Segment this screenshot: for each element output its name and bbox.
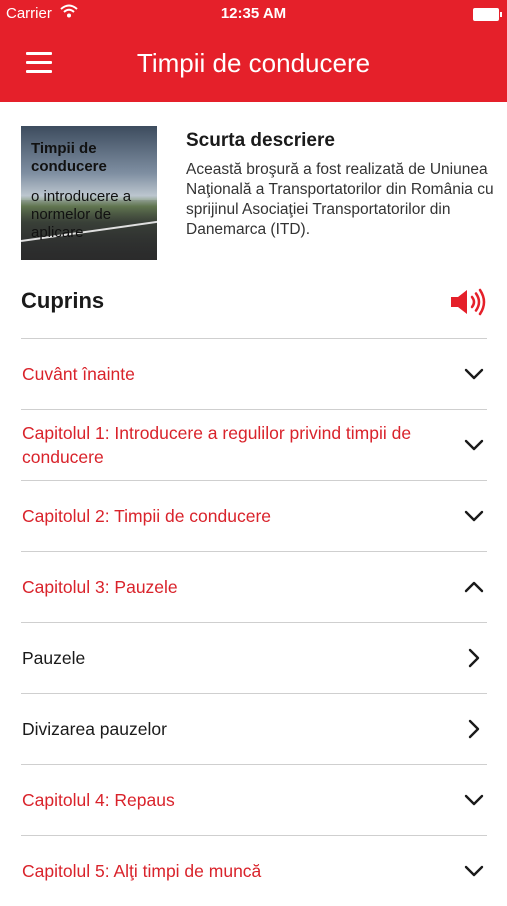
toc-chapter-row[interactable]: Capitolul 1: Introducere a regulilor pri… [21,409,487,480]
chevron-down-icon [463,505,485,527]
toc-chapter-row[interactable]: Cuvânt înainte [21,338,487,409]
chevron-down-icon [463,363,485,385]
cover-subtitle: o introducere a normelor de aplicare [31,188,132,241]
intro-section: Timpii de conducere o introducere a norm… [21,126,494,261]
toc-item-label: Capitolul 3: Pauzele [22,577,178,597]
description-title: Scurta descriere [186,130,335,151]
chevron-down-icon [463,434,485,456]
toc-chapter-row[interactable]: Capitolul 5: Alţi timpi de muncă [21,835,487,906]
chevron-right-icon [463,647,485,669]
toc-title: Cuprins [21,288,105,313]
toc-item-label: Capitolul 2: Timpii de conducere [22,506,272,526]
toc-chapter-row[interactable]: Capitolul 2: Timpii de conducere [21,480,487,551]
page-title: Timpii de conducere [136,48,371,78]
cover-image: Timpii de conducere o introducere a norm… [21,126,157,260]
toc-subsection-row[interactable]: Divizarea pauzelor [21,693,487,764]
cover-title: Timpii de conducere [31,140,107,175]
battery-icon [473,8,502,21]
toc-subsection-row[interactable]: Pauzele [21,622,487,693]
toc-item-label: Capitolul 5: Alţi timpi de muncă [22,861,262,881]
toc-item-label: Pauzele [22,648,86,668]
speaker-icon[interactable] [449,288,487,316]
nav-bar: Timpii de conducere [0,28,507,102]
chevron-down-icon [463,789,485,811]
toc-item-label: Capitolul 4: Repaus [22,790,175,810]
toc-item-label: Capitolul 1: Introducere a regulilor pri… [22,423,412,467]
toc-chapter-row[interactable]: Capitolul 4: Repaus [21,764,487,835]
toc-header: Cuprins [21,284,487,324]
status-time: 12:35 AM [220,5,287,22]
toc-item-label: Cuvânt înainte [22,364,135,384]
status-bar: Carrier 12:35 AM [0,0,507,28]
toc-chapter-row[interactable]: Capitolul 3: Pauzele [21,551,487,622]
chevron-down-icon [463,860,485,882]
chevron-up-icon [463,576,485,598]
description-body: Această broşură a fost realizată de Uniu… [186,161,494,238]
chevron-right-icon [463,718,485,740]
toc-list: Cuvânt înainte Capitolul 1: Introducere a… [21,338,487,906]
toc-item-label: Divizarea pauzelor [22,719,167,739]
